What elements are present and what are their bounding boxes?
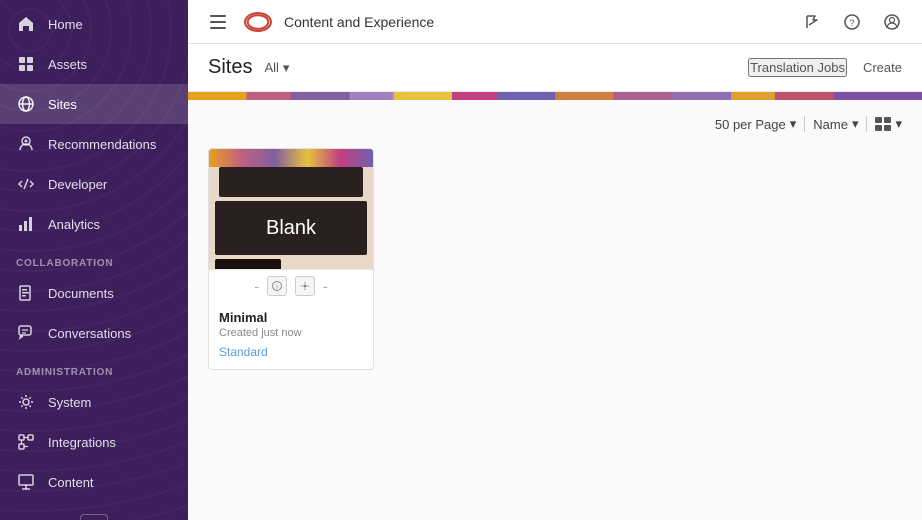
sidebar-collapse-area: ‹ [0, 502, 188, 520]
sidebar-item-system-label: System [48, 395, 91, 410]
sidebar: Home Assets Sites [0, 0, 188, 520]
card-thumbnail: Blank [209, 149, 373, 269]
site-card[interactable]: Blank - i [208, 148, 374, 370]
card-action-settings[interactable] [295, 276, 315, 296]
per-page-arrow-icon: ▾ [790, 116, 797, 132]
analytics-icon [16, 214, 36, 234]
sidebar-item-documents-label: Documents [48, 286, 114, 301]
system-icon [16, 392, 36, 412]
sidebar-item-sites[interactable]: Sites [0, 84, 188, 124]
sidebar-item-documents[interactable]: Documents [0, 273, 188, 313]
sidebar-item-home[interactable]: Home [0, 4, 188, 44]
sidebar-item-developer[interactable]: Developer [0, 164, 188, 204]
color-banner [188, 92, 922, 100]
sort-dropdown[interactable]: Name ▾ [813, 116, 858, 132]
topbar: Content and Experience ? [188, 0, 922, 44]
sidebar-item-conversations[interactable]: Conversations [0, 313, 188, 353]
documents-icon [16, 283, 36, 303]
sidebar-item-recommendations[interactable]: Recommendations [0, 124, 188, 164]
card-action-info[interactable]: i [267, 276, 287, 296]
administration-section-label: ADMINISTRATION [0, 353, 188, 382]
thumbnail-center-block: Blank [215, 201, 367, 255]
sidebar-item-content-label: Content [48, 475, 94, 490]
content-toolbar: 50 per Page ▾ Name ▾ ▾ [208, 116, 902, 132]
card-actions: - i - [209, 269, 373, 302]
view-dropdown[interactable]: ▾ [875, 116, 902, 132]
card-action-minus-left[interactable]: - [254, 279, 259, 293]
sidebar-item-analytics-label: Analytics [48, 217, 100, 232]
create-button[interactable]: Create [863, 60, 902, 75]
card-name: Minimal [219, 310, 363, 325]
thumbnail-small-block [215, 259, 281, 269]
thumbnail-blank-label: Blank [266, 217, 316, 240]
topbar-actions: ? [798, 8, 906, 36]
sidebar-item-content[interactable]: Content [0, 462, 188, 502]
sidebar-nav: Home Assets Sites [0, 0, 188, 502]
filter-arrow-icon: ▾ [283, 60, 290, 76]
card-action-minus-right[interactable]: - [323, 279, 328, 293]
card-meta: Created just now [219, 327, 363, 339]
sidebar-item-recommendations-label: Recommendations [48, 137, 156, 152]
thumbnail-block-1 [219, 167, 363, 197]
page-title: Sites [208, 56, 252, 79]
topbar-title: Content and Experience [284, 14, 434, 30]
sites-icon [16, 94, 36, 114]
per-page-dropdown[interactable]: 50 per Page ▾ [715, 116, 796, 132]
sidebar-collapse-button[interactable]: ‹ [80, 514, 108, 520]
view-arrow-icon: ▾ [895, 116, 902, 132]
toolbar-separator-2 [866, 116, 867, 132]
main-content: Content and Experience ? [188, 0, 922, 520]
page-header: Sites All ▾ Translation Jobs Create [188, 44, 922, 92]
card-tag[interactable]: Standard [219, 345, 363, 359]
hamburger-button[interactable] [204, 8, 232, 36]
filter-label: All [264, 60, 278, 75]
svg-text:?: ? [849, 18, 854, 28]
integrations-icon [16, 432, 36, 452]
sidebar-item-sites-label: Sites [48, 97, 77, 112]
card-info: Minimal Created just now Standard [209, 302, 373, 369]
thumbnail-color-strip [209, 149, 373, 167]
home-icon [16, 14, 36, 34]
assets-icon [16, 54, 36, 74]
page-header-actions: Translation Jobs Create [748, 58, 902, 77]
oracle-logo [244, 12, 272, 32]
cards-grid: Blank - i [208, 148, 902, 370]
translation-jobs-button[interactable]: Translation Jobs [748, 58, 847, 77]
collaboration-section-label: COLLABORATION [0, 244, 188, 273]
toolbar-separator-1 [804, 116, 805, 132]
conversations-icon [16, 323, 36, 343]
grid-view-icon [875, 117, 891, 131]
recommendations-icon [16, 134, 36, 154]
content-area: 50 per Page ▾ Name ▾ ▾ [188, 100, 922, 520]
sidebar-item-assets[interactable]: Assets [0, 44, 188, 84]
sidebar-item-integrations-label: Integrations [48, 435, 116, 450]
sort-arrow-icon: ▾ [852, 116, 859, 132]
sidebar-item-conversations-label: Conversations [48, 326, 131, 341]
filter-dropdown[interactable]: All ▾ [264, 60, 289, 76]
per-page-label: 50 per Page [715, 117, 786, 132]
oracle-brand [244, 12, 272, 32]
sidebar-item-home-label: Home [48, 17, 83, 32]
sidebar-item-system[interactable]: System [0, 382, 188, 422]
sort-label: Name [813, 117, 848, 132]
sidebar-item-developer-label: Developer [48, 177, 107, 192]
flag-button[interactable] [798, 8, 826, 36]
help-button[interactable]: ? [838, 8, 866, 36]
sidebar-item-integrations[interactable]: Integrations [0, 422, 188, 462]
developer-icon [16, 174, 36, 194]
sidebar-item-analytics[interactable]: Analytics [0, 204, 188, 244]
content-icon [16, 472, 36, 492]
user-button[interactable] [878, 8, 906, 36]
sidebar-item-assets-label: Assets [48, 57, 87, 72]
